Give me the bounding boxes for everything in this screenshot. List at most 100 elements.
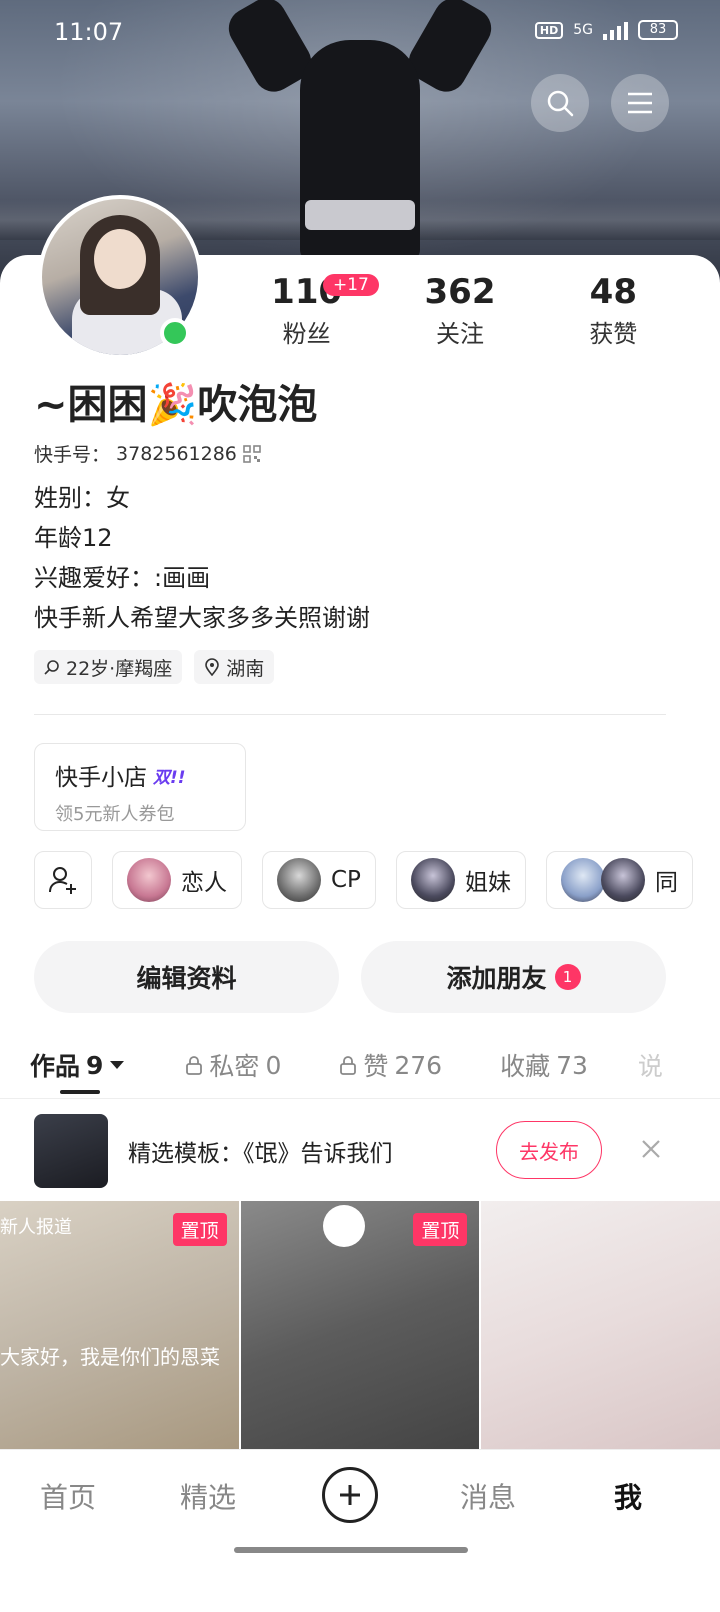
shop-subtitle: 领5元新人券包 <box>55 804 175 825</box>
bio-line: 姓别：女 <box>34 484 130 512</box>
hd-icon: HD <box>534 21 564 39</box>
shop-promo-badge: 双!! <box>153 767 186 788</box>
search-icon <box>44 660 59 675</box>
nav-me[interactable]: 我 <box>614 1476 642 1516</box>
add-person-icon <box>49 867 76 894</box>
close-icon[interactable] <box>638 1136 664 1162</box>
plus-icon <box>340 1485 360 1505</box>
tab-private[interactable]: 私密 0 <box>185 1047 281 1083</box>
tab-label: 赞 <box>363 1052 389 1081</box>
work-thumbnail[interactable]: 置顶 <box>240 1201 480 1449</box>
template-text: 精选模板：《氓》告诉我们 <box>128 1141 393 1167</box>
relations-row: 恋人 CP 姐妹 同 <box>34 851 720 909</box>
template-banner: 精选模板：《氓》告诉我们 去发布 <box>0 1100 720 1200</box>
stat-label: 关注 <box>435 320 484 348</box>
publish-button[interactable]: 去发布 <box>496 1121 602 1179</box>
add-relation-button[interactable] <box>34 851 92 909</box>
content-tabs: 作品 9 私密 0 赞 276 收藏 73 说 <box>0 1032 720 1098</box>
signal-icon <box>603 20 628 40</box>
lock-icon <box>340 1056 357 1075</box>
tab-count: 276 <box>394 1050 443 1080</box>
works-grid: 新人报道 大家好，我是你们的恩菜 置顶 置顶 <box>0 1201 720 1449</box>
stat-value: 362 <box>424 272 496 312</box>
tag-label: 22岁·摩羯座 <box>66 657 173 680</box>
tab-likes[interactable]: 赞 276 <box>339 1047 442 1083</box>
battery-icon: 83 <box>638 20 678 40</box>
tab-favorites[interactable]: 收藏 73 <box>500 1047 588 1083</box>
nav-messages[interactable]: 消息 <box>460 1476 516 1516</box>
action-buttons: 编辑资料 添加朋友 1 <box>34 941 666 1013</box>
tab-count: 9 <box>86 1050 104 1080</box>
new-followers-badge: +17 <box>323 274 379 296</box>
search-icon <box>547 90 574 117</box>
nav-featured[interactable]: 精选 <box>180 1476 236 1516</box>
relation-avatar <box>277 858 321 902</box>
home-indicator <box>234 1547 468 1553</box>
relation-sisters[interactable]: 姐妹 <box>395 851 526 909</box>
stat-followers[interactable]: 110 粉丝 +17 <box>230 272 383 349</box>
search-button[interactable] <box>531 74 589 132</box>
location-icon <box>205 658 220 676</box>
nav-home[interactable]: 首页 <box>40 1476 96 1516</box>
bottom-nav: 首页 精选 消息 我 <box>0 1449 720 1612</box>
status-icons: HD 5G 83 <box>534 20 678 40</box>
work-thumbnail[interactable] <box>481 1201 720 1449</box>
relation-avatar <box>410 858 455 902</box>
work-thumbnail[interactable]: 新人报道 大家好，我是你们的恩菜 置顶 <box>0 1201 239 1449</box>
bio-line: 年龄12 <box>34 524 113 552</box>
user-id-row[interactable]: 快手号： 3782561286 <box>34 440 261 467</box>
relation-avatar <box>127 858 171 902</box>
relation-label: CP <box>331 867 361 893</box>
edit-profile-label: 编辑资料 <box>136 964 237 993</box>
tab-works[interactable]: 作品 9 <box>30 1047 125 1083</box>
template-thumbnail[interactable] <box>34 1114 108 1188</box>
relation-classmates[interactable]: 同 <box>545 851 693 909</box>
stat-label: 粉丝 <box>282 320 331 348</box>
tab-label: 私密 <box>209 1052 260 1081</box>
relation-cp[interactable]: CP <box>262 851 376 909</box>
pinned-badge: 置顶 <box>172 1213 227 1246</box>
online-status-dot <box>160 318 190 348</box>
menu-icon <box>628 92 652 114</box>
shop-title-row: 快手小店 双!! <box>55 758 225 792</box>
active-tab-indicator <box>60 1090 100 1094</box>
status-time: 11:07 <box>54 18 124 46</box>
tag-location[interactable]: 湖南 <box>194 650 275 684</box>
work-subtitle: 大家好，我是你们的恩菜 <box>0 1345 220 1369</box>
divider <box>34 714 666 715</box>
shop-title: 快手小店 <box>55 765 147 791</box>
divider <box>0 1098 720 1099</box>
tag-age-zodiac[interactable]: 22岁·摩羯座 <box>34 650 183 684</box>
stat-value: 48 <box>589 272 637 312</box>
lock-icon <box>186 1056 203 1075</box>
network-label: 5G <box>573 22 593 38</box>
relation-lover[interactable]: 恋人 <box>112 851 242 909</box>
add-friend-badge: 1 <box>554 964 581 990</box>
bio: 姓别：女 年龄12 兴趣爱好：:画画 快手新人希望大家多多关照谢谢 <box>34 478 370 638</box>
tab-count: 73 <box>556 1050 588 1080</box>
caret-down-icon <box>110 1061 125 1069</box>
bio-line: 兴趣爱好：:画画 <box>34 564 211 592</box>
relation-label: 恋人 <box>181 870 227 896</box>
tag-label: 湖南 <box>226 657 265 680</box>
relation-avatar <box>600 858 645 902</box>
profile-stats: 110 粉丝 +17 362 关注 48 获赞 <box>230 272 690 349</box>
stat-likes[interactable]: 48 获赞 <box>537 272 690 349</box>
stat-following[interactable]: 362 关注 <box>383 272 536 349</box>
relation-label: 同 <box>654 870 678 896</box>
bio-line: 快手新人希望大家多多关照谢谢 <box>34 604 370 632</box>
tab-label: 收藏 <box>500 1052 551 1081</box>
user-id-value: 3782561286 <box>116 442 237 465</box>
privacy-blur-circle <box>322 1205 365 1247</box>
create-button[interactable] <box>322 1467 378 1523</box>
tab-label: 说 <box>637 1052 663 1081</box>
menu-button[interactable] <box>611 74 669 132</box>
add-friend-button[interactable]: 添加朋友 1 <box>361 941 666 1013</box>
tab-talk[interactable]: 说 <box>638 1047 663 1083</box>
shop-card[interactable]: 快手小店 双!! 领5元新人券包 <box>34 743 246 831</box>
profile-tags: 22岁·摩羯座 湖南 <box>34 650 275 684</box>
add-friend-label: 添加朋友 <box>446 964 547 993</box>
tab-count: 0 <box>265 1050 282 1080</box>
qr-code-icon <box>243 444 261 463</box>
edit-profile-button[interactable]: 编辑资料 <box>34 941 339 1013</box>
